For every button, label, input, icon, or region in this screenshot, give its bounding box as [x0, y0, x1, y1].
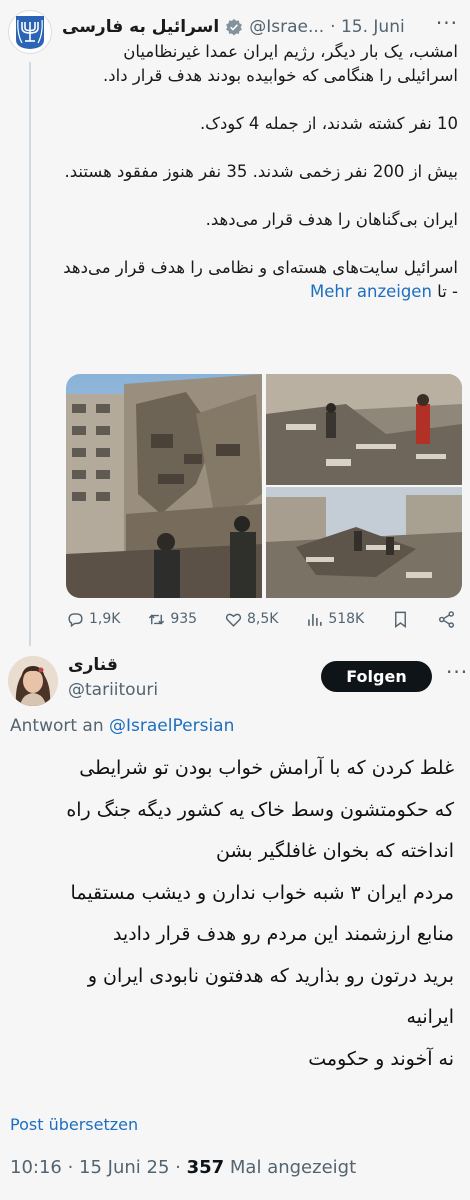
parent-handle[interactable]: @Israe...: [249, 17, 324, 37]
parent-tweet-header: اسرائیل به فارسی @Israe... · 15. Juni ··…: [62, 13, 458, 40]
parent-display-name[interactable]: اسرائیل به فارسی: [62, 17, 219, 37]
repost-icon: [149, 614, 165, 624]
bookmark-icon: [395, 611, 407, 628]
tweet-paragraph: 10 نفر کشته شدند، از جمله 4 کودک.: [199, 114, 458, 133]
reply-text-line: مردم ایران ۳ شبه خواب ندارن و دیشب مستقی…: [70, 881, 454, 904]
translate-post-link[interactable]: Post übersetzen: [10, 1115, 138, 1134]
post-view-label: Mal angezeigt: [229, 1157, 357, 1178]
reply-tweet-text: غلط کردن که با آرامش خواب بودن تو شرایطی…: [10, 748, 454, 1080]
reply-text-line: منابع ارزشمند این مردم رو هدف قرار دادید: [112, 923, 454, 945]
tweet-paragraph: امشب، یک بار دیگر، رژیم ایران عمدا غیرنظ…: [103, 42, 458, 85]
tweet-action-bar: 1,9K 935 8,5K 518K: [66, 606, 456, 632]
like-action[interactable]: 8,5K: [224, 610, 278, 629]
replying-to-line: Antwort an @IsraelPersian: [10, 716, 234, 736]
reply-action[interactable]: 1,9K: [66, 610, 120, 629]
repost-count: 935: [170, 611, 198, 627]
repost-action[interactable]: 935: [147, 610, 197, 629]
more-options-icon[interactable]: ···: [436, 13, 458, 33]
reply-text-line: غلط کردن که با آرامش خواب بودن تو شرایطی: [79, 757, 454, 779]
post-view-count: 357: [186, 1157, 225, 1178]
reply-text-line: انداخته که بخوان غافلگیر بشن: [216, 840, 454, 862]
views-chart-icon: [308, 613, 322, 626]
israel-emblem-avatar[interactable]: [8, 10, 52, 54]
reply-count: 1,9K: [89, 611, 121, 627]
post-timestamp[interactable]: 10:16 · 15 Juni 25 ·: [10, 1157, 181, 1178]
share-icon: [438, 610, 455, 628]
tweet-paragraph: بیش از 200 نفر زخمی شدند. 35 نفر هنوز مف…: [64, 162, 458, 181]
reply-more-options-icon[interactable]: ···: [446, 660, 468, 684]
media-image-collapsed-building[interactable]: [66, 374, 262, 598]
post-metadata: 10:16 · 15 Juni 25 · 357 Mal angezeigt: [10, 1157, 356, 1178]
reply-text-line: که حکومتشون وسط خاک یه کشور دیگه جنگ راه: [66, 798, 454, 821]
heart-icon: [225, 613, 242, 627]
tweet-media-grid: [66, 374, 462, 598]
reply-text-line: نه آخوند و حکومت: [308, 1047, 454, 1070]
reply-text-line: ایرانیه: [406, 1006, 454, 1028]
reply-display-name[interactable]: قناری: [68, 655, 118, 675]
views-action[interactable]: 518K: [305, 610, 364, 629]
replying-to-mention-link[interactable]: @IsraelPersian: [109, 716, 234, 736]
show-more-link[interactable]: Mehr anzeigen: [310, 282, 432, 301]
thread-connector-line: [29, 62, 31, 646]
parent-tweet-text: امشب، یک بار دیگر، رژیم ایران عمدا غیرنظ…: [62, 40, 458, 304]
menorah-emblem-icon: [16, 16, 44, 49]
media-image-rubble-rescue[interactable]: [266, 374, 462, 485]
reply-handle[interactable]: @tariitouri: [68, 680, 158, 700]
media-image-destroyed-street[interactable]: [266, 487, 462, 598]
follow-button[interactable]: Folgen: [321, 661, 432, 692]
parent-tweet[interactable]: اسرائیل به فارسی @Israe... · 15. Juni ··…: [0, 0, 470, 646]
reply-user-avatar[interactable]: [8, 656, 58, 706]
share-action[interactable]: [437, 610, 456, 629]
reply-text-line: برید درتون رو بذارید که هدفتون نابودی ای…: [87, 964, 454, 987]
bookmark-action[interactable]: [391, 610, 410, 629]
reply-bubble-icon: [68, 612, 83, 627]
like-count: 8,5K: [246, 611, 279, 627]
tweet-paragraph-truncated: اسرائیل سایت‌های هسته‌ای و نظامی را هدف …: [62, 256, 458, 304]
tweet-paragraph: ایران بی‌گناهان را هدف قرار می‌دهد.: [205, 210, 458, 229]
parent-date[interactable]: · 15. Juni: [330, 17, 405, 37]
verified-badge-icon: [226, 18, 243, 36]
views-count: 518K: [328, 611, 365, 627]
replying-to-prefix: Antwort an: [10, 716, 104, 736]
